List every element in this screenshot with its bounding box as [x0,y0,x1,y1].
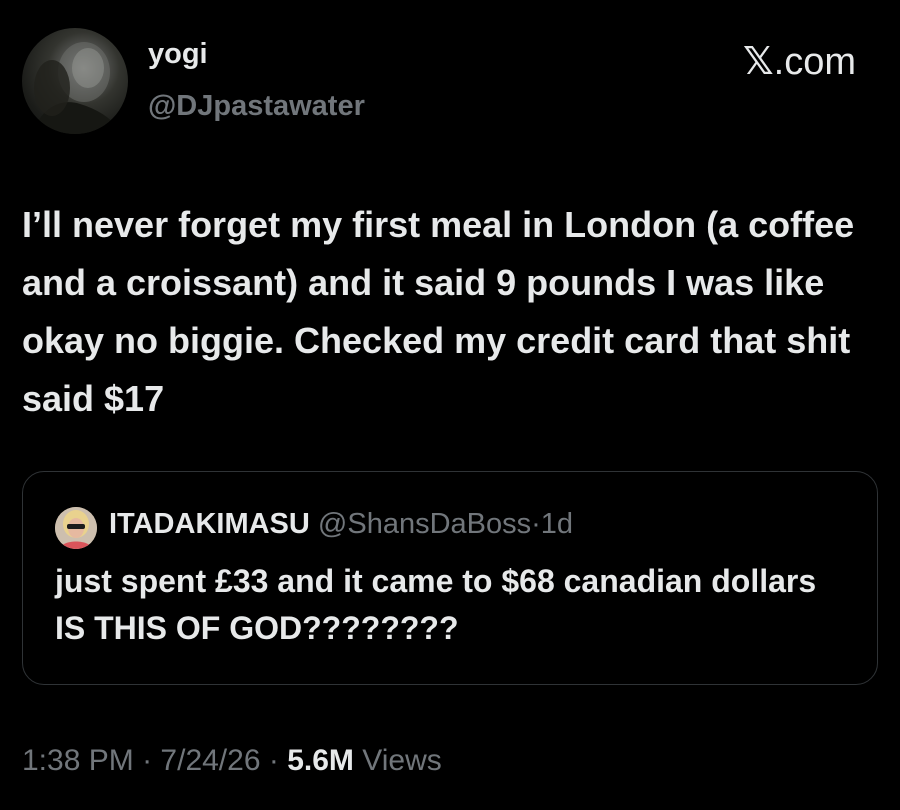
quoted-tweet-header: ITADAKIMASU @ShansDaBoss·1d [109,510,573,539]
x-brand-icon: 𝕏 [743,39,774,83]
brand-domain: .com [773,41,856,83]
profile-photo-icon [32,42,122,134]
profile-photo-icon [55,507,97,549]
tweet-time[interactable]: 1:38 PM [22,744,134,777]
quoted-separator: · [531,508,541,540]
author-handle[interactable]: @DJpastawater [148,92,365,121]
quoted-tweet-card[interactable]: ITADAKIMASU @ShansDaBoss·1d just spent £… [22,471,878,685]
quoted-timestamp[interactable]: 1d [541,508,573,540]
quoted-author-avatar[interactable] [55,507,97,549]
tweet-metadata: 1:38 PM · 7/24/26 · 5.6M Views [22,746,442,776]
x-logo: 𝕏.com [743,42,856,81]
author-avatar[interactable] [22,28,128,134]
meta-separator: · [268,744,279,777]
tweet-date[interactable]: 7/24/26 [160,744,260,777]
quoted-tweet-text: just spent £33 and it came to $68 canadi… [55,563,817,646]
views-count: 5.6M [287,744,354,777]
author-display-name[interactable]: yogi [148,40,208,69]
meta-separator: · [142,744,153,777]
quoted-author-handle[interactable]: @ShansDaBoss [318,508,531,540]
quoted-author-name[interactable]: ITADAKIMASU [109,508,310,540]
tweet-text: I’ll never forget my first meal in Londo… [22,204,855,419]
views-label: Views [362,744,442,777]
